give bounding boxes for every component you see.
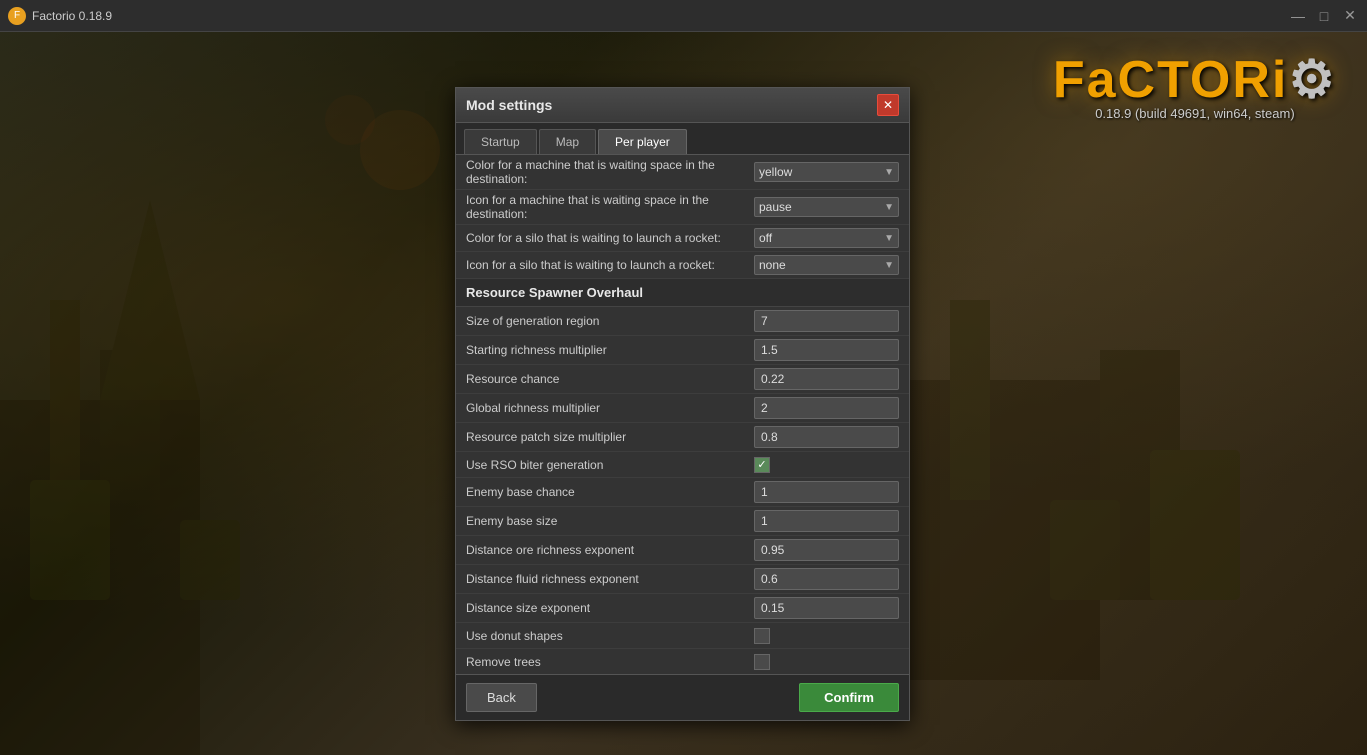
dialog-title: Mod settings: [466, 97, 552, 113]
chevron-down-icon: ▼: [884, 260, 894, 271]
section-header-rso: Resource Spawner Overhaul: [456, 279, 909, 307]
dialog-close-button[interactable]: ✕: [877, 94, 899, 116]
chevron-down-icon: ▼: [884, 167, 894, 178]
input-enemy-size[interactable]: [754, 510, 899, 532]
dialog-title-bar: Mod settings ✕: [456, 88, 909, 123]
setting-label-icon-waiting: Icon for a machine that is waiting space…: [466, 193, 754, 221]
setting-row-enemy-chance: Enemy base chance: [456, 478, 909, 507]
setting-value-remove-trees: [754, 654, 899, 670]
setting-row-remove-trees: Remove trees: [456, 649, 909, 674]
setting-label-color-silo: Color for a silo that is waiting to laun…: [466, 231, 754, 245]
close-button[interactable]: ✕: [1341, 7, 1359, 25]
setting-value-size: [754, 310, 899, 332]
setting-value-rso-biter: [754, 457, 899, 473]
input-global-richness[interactable]: [754, 397, 899, 419]
setting-row-patch-size: Resource patch size multiplier: [456, 423, 909, 452]
setting-row-donut: Use donut shapes: [456, 623, 909, 649]
setting-label-donut: Use donut shapes: [466, 629, 754, 643]
checkbox-donut[interactable]: [754, 628, 770, 644]
minimize-button[interactable]: —: [1289, 7, 1307, 25]
setting-value-dist-fluid: [754, 568, 899, 590]
checkbox-remove-trees[interactable]: [754, 654, 770, 670]
checkbox-rso-biter[interactable]: [754, 457, 770, 473]
setting-row-enemy-size: Enemy base size: [456, 507, 909, 536]
setting-value-global-richness: [754, 397, 899, 419]
title-bar: F Factorio 0.18.9 — □ ✕: [0, 0, 1367, 32]
mod-settings-dialog: Mod settings ✕ Startup Map Per player Co…: [455, 87, 910, 721]
input-patch-size[interactable]: [754, 426, 899, 448]
setting-label-richness: Starting richness multiplier: [466, 343, 754, 357]
setting-value-patch-size: [754, 426, 899, 448]
back-button[interactable]: Back: [466, 683, 537, 712]
setting-value-icon-silo: none ▼: [754, 255, 899, 275]
setting-label-icon-silo: Icon for a silo that is waiting to launc…: [466, 258, 754, 272]
input-dist-ore[interactable]: [754, 539, 899, 561]
setting-value-richness: [754, 339, 899, 361]
setting-label-dist-ore: Distance ore richness exponent: [466, 543, 754, 557]
setting-value-enemy-size: [754, 510, 899, 532]
input-resource-chance[interactable]: [754, 368, 899, 390]
setting-row-icon-waiting: Icon for a machine that is waiting space…: [456, 190, 909, 225]
setting-row-size: Size of generation region: [456, 307, 909, 336]
app-icon: F: [8, 7, 26, 25]
setting-label-global-richness: Global richness multiplier: [466, 401, 754, 415]
input-size[interactable]: [754, 310, 899, 332]
input-dist-fluid[interactable]: [754, 568, 899, 590]
setting-label-resource-chance: Resource chance: [466, 372, 754, 386]
setting-value-donut: [754, 628, 899, 644]
window-controls: — □ ✕: [1289, 7, 1359, 25]
setting-row-rso-biter: Use RSO biter generation: [456, 452, 909, 478]
window-title: Factorio 0.18.9: [32, 9, 1289, 23]
settings-content[interactable]: Color for a machine that is waiting spac…: [456, 154, 909, 674]
setting-value-color-waiting: yellow ▼: [754, 162, 899, 182]
setting-row-resource-chance: Resource chance: [456, 365, 909, 394]
setting-label-enemy-chance: Enemy base chance: [466, 485, 754, 499]
setting-value-color-silo: off ▼: [754, 228, 899, 248]
chevron-down-icon: ▼: [884, 233, 894, 244]
dropdown-icon-silo[interactable]: none ▼: [754, 255, 899, 275]
tab-startup[interactable]: Startup: [464, 129, 537, 154]
setting-label-enemy-size: Enemy base size: [466, 514, 754, 528]
input-dist-size[interactable]: [754, 597, 899, 619]
input-richness[interactable]: [754, 339, 899, 361]
setting-value-resource-chance: [754, 368, 899, 390]
confirm-button[interactable]: Confirm: [799, 683, 899, 712]
setting-row-color-waiting: Color for a machine that is waiting spac…: [456, 155, 909, 190]
setting-row-color-silo: Color for a silo that is waiting to laun…: [456, 225, 909, 252]
setting-value-dist-size: [754, 597, 899, 619]
setting-value-icon-waiting: pause ▼: [754, 197, 899, 217]
setting-label-size: Size of generation region: [466, 314, 754, 328]
tab-per-player[interactable]: Per player: [598, 129, 687, 154]
tab-map[interactable]: Map: [539, 129, 596, 154]
setting-label-rso-biter: Use RSO biter generation: [466, 458, 754, 472]
maximize-button[interactable]: □: [1315, 7, 1333, 25]
dialog-footer: Back Confirm: [456, 674, 909, 720]
input-enemy-chance[interactable]: [754, 481, 899, 503]
tabs-container: Startup Map Per player: [456, 123, 909, 154]
setting-label-dist-fluid: Distance fluid richness exponent: [466, 572, 754, 586]
dropdown-color-waiting[interactable]: yellow ▼: [754, 162, 899, 182]
setting-row-dist-fluid: Distance fluid richness exponent: [456, 565, 909, 594]
setting-row-dist-ore: Distance ore richness exponent: [456, 536, 909, 565]
dropdown-icon-waiting[interactable]: pause ▼: [754, 197, 899, 217]
setting-row-icon-silo: Icon for a silo that is waiting to launc…: [456, 252, 909, 279]
setting-value-enemy-chance: [754, 481, 899, 503]
section-title-rso: Resource Spawner Overhaul: [466, 285, 643, 300]
setting-value-dist-ore: [754, 539, 899, 561]
setting-row-richness: Starting richness multiplier: [456, 336, 909, 365]
setting-label-color-waiting: Color for a machine that is waiting spac…: [466, 158, 754, 186]
modal-overlay: Mod settings ✕ Startup Map Per player Co…: [0, 32, 1367, 755]
setting-label-remove-trees: Remove trees: [466, 655, 754, 669]
chevron-down-icon: ▼: [884, 202, 894, 213]
setting-row-dist-size: Distance size exponent: [456, 594, 909, 623]
setting-row-global-richness: Global richness multiplier: [456, 394, 909, 423]
setting-label-dist-size: Distance size exponent: [466, 601, 754, 615]
dropdown-color-silo[interactable]: off ▼: [754, 228, 899, 248]
setting-label-patch-size: Resource patch size multiplier: [466, 430, 754, 444]
